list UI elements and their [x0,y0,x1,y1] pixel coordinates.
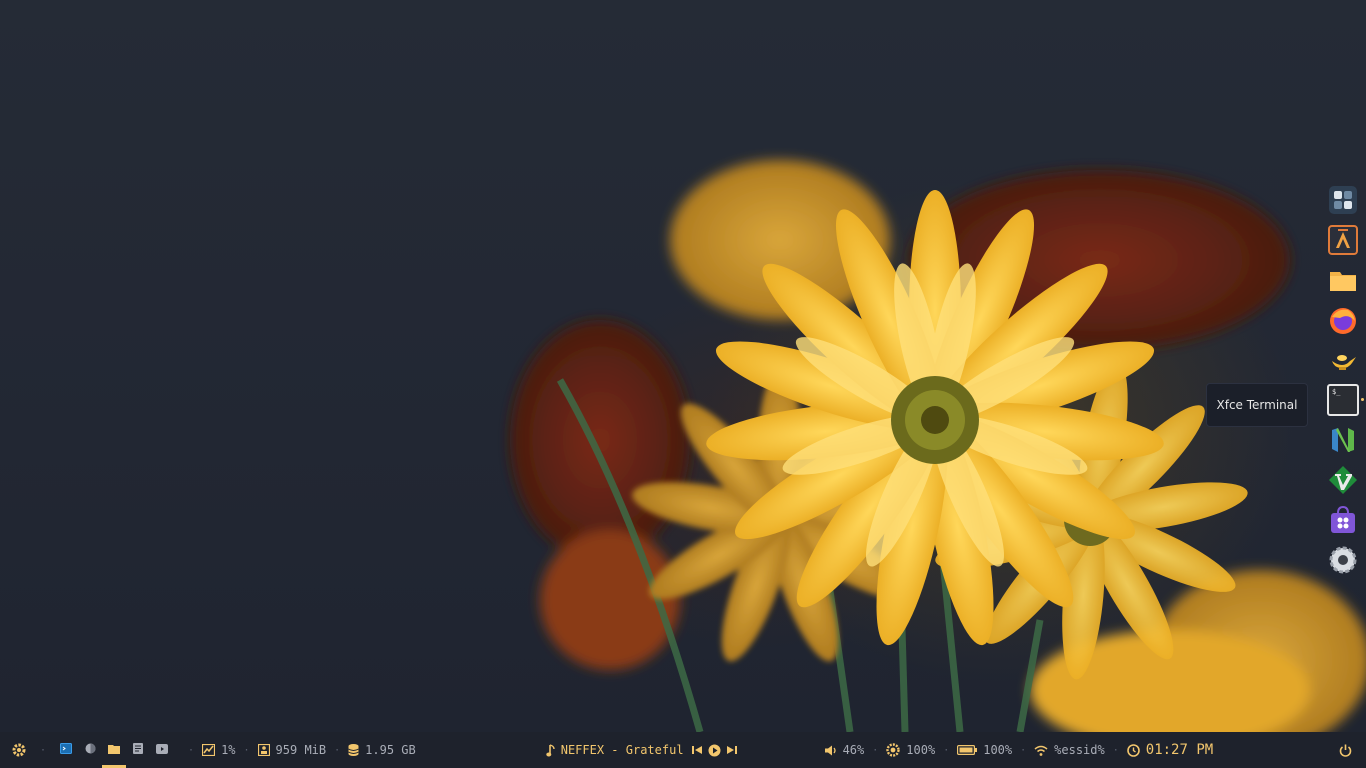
gear-icon [1328,545,1358,575]
brightness-value: 100% [906,743,936,757]
app-dock: $_ [1324,180,1364,580]
wifi-icon [1034,745,1048,756]
dock-software-store[interactable] [1327,504,1359,536]
menu-button[interactable] [12,732,26,768]
separator: · [40,744,47,756]
disk-widget[interactable]: 1.95 GB [348,732,416,768]
separator: · [872,744,879,756]
battery-icon [957,745,978,755]
volume-widget[interactable]: 46% [824,732,865,768]
chart-icon [202,744,216,756]
terminal-icon [60,743,73,757]
desktop-wallpaper [0,0,1366,732]
dock-firefox[interactable] [1327,304,1359,336]
workspaces [54,732,174,768]
power-icon [1339,744,1352,757]
network-value: %essid% [1054,743,1105,757]
cpu-widget[interactable]: 1% [202,732,236,768]
separator: · [1112,744,1119,756]
database-icon [348,744,359,756]
dock-neovim[interactable] [1327,424,1359,456]
power-button[interactable] [1339,732,1352,768]
music-title[interactable]: NEFFEX - Grateful [561,743,684,757]
browser-icon [85,743,96,757]
battery-value: 100% [983,743,1013,757]
workspace-browser[interactable] [78,732,102,768]
dock-vim[interactable] [1327,464,1359,496]
dock-tooltip: Xfce Terminal [1206,383,1308,427]
folder-icon [108,743,121,757]
memory-value: 959 MiB [275,743,327,757]
firefox-icon [1328,305,1358,335]
previous-track-icon[interactable] [691,745,702,755]
music-widget: NEFFEX - Grateful [546,732,737,768]
network-widget[interactable]: %essid% [1034,732,1105,768]
separator: · [1020,744,1027,756]
gear-icon [12,743,26,757]
flower-illustration [510,160,1366,732]
separator: · [943,744,950,756]
workspace-notes[interactable] [126,732,150,768]
notes-icon [133,743,144,757]
volume-icon [824,745,837,756]
alacritty-icon [1328,225,1358,255]
separator: · [334,744,341,756]
separator: · [188,744,195,756]
vim-icon [1328,465,1358,495]
store-icon [1328,505,1358,535]
bottom-panel: · · 1% · 959 MiB · 1.95 GB NEFFEX - Grat… [0,732,1366,768]
dock-app-launcher[interactable] [1327,184,1359,216]
dock-settings[interactable] [1327,544,1359,576]
grid-icon [1328,185,1358,215]
volume-value: 46% [842,743,865,757]
dock-file-manager[interactable] [1327,264,1359,296]
clock-icon [1126,743,1140,757]
workspace-media[interactable] [150,732,174,768]
folder-icon [1328,265,1358,295]
clock-widget[interactable]: 01:27 PM [1126,732,1214,768]
dock-alacritty[interactable] [1327,224,1359,256]
memory-icon [257,744,270,756]
svg-text:$_: $_ [1332,388,1341,396]
memory-widget[interactable]: 959 MiB [257,732,327,768]
disk-value: 1.95 GB [365,743,416,757]
clock-time: 01:27 PM [1145,742,1214,758]
terminal-icon: $_ [1327,384,1359,416]
neovim-icon [1328,425,1358,455]
brightness-widget[interactable]: 100% [886,732,935,768]
cpu-value: 1% [221,743,236,757]
workspace-terminal[interactable] [54,732,78,768]
separator: · [243,744,250,756]
dock-genie[interactable] [1327,344,1359,376]
music-note-icon [546,743,555,757]
next-track-icon[interactable] [726,745,737,755]
media-icon [156,743,169,757]
play-icon[interactable] [708,744,721,757]
brightness-icon [886,743,900,757]
workspace-files[interactable] [102,732,127,768]
dock-xfce-terminal[interactable]: $_ [1327,384,1364,416]
lamp-icon [1328,345,1358,375]
battery-widget[interactable]: 100% [957,732,1012,768]
